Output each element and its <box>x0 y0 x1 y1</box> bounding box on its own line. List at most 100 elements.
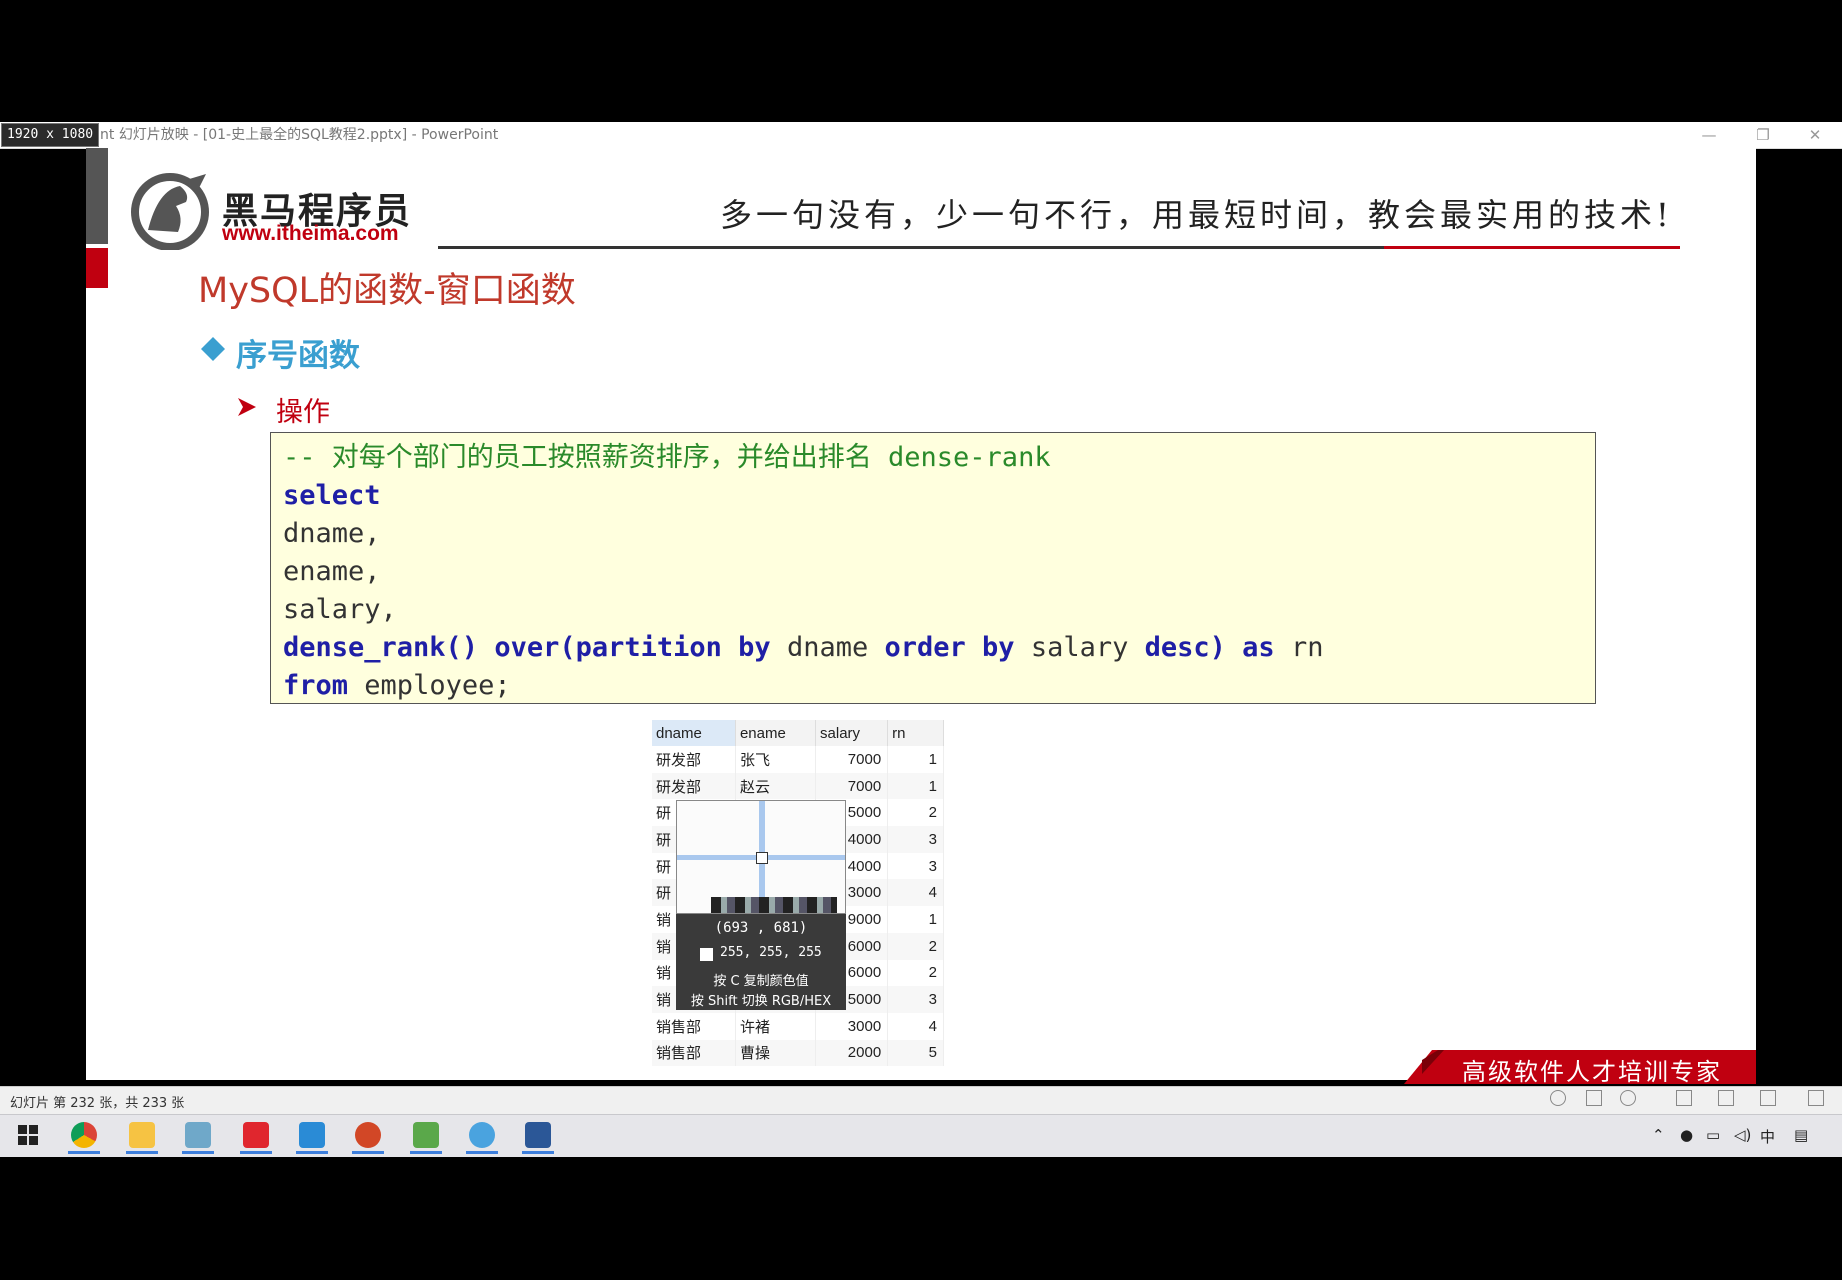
remote-desktop-icon <box>299 1122 325 1148</box>
picker-coordinates: (693 , 681) <box>714 920 808 936</box>
column-header[interactable]: dname <box>652 720 736 746</box>
code-token: rn <box>1290 632 1324 663</box>
normal-view-icon[interactable] <box>1676 1090 1692 1106</box>
code-comment: -- 对每个部门的员工按照薪资排序，并给出排名 dense-rank <box>283 442 1051 473</box>
volume-icon[interactable]: ◁) <box>1734 1126 1751 1144</box>
ime-indicator[interactable]: 中 <box>1760 1126 1775 1147</box>
table-row: 研发部 张飞 7000 1 <box>652 746 944 773</box>
accessibility-icon[interactable] <box>1620 1090 1636 1106</box>
code-line: dname, <box>283 518 381 549</box>
table-cell: 4 <box>887 1012 944 1040</box>
slide-accent-bar-red <box>86 248 108 288</box>
taskbar-app[interactable] <box>176 1114 220 1156</box>
bullet-level1: 序号函数 <box>236 338 360 374</box>
taskbar-file-explorer[interactable] <box>120 1114 164 1156</box>
dimension-badge: 1920 x 1080 <box>1 123 100 147</box>
table-cell: 销售部 <box>652 1039 736 1067</box>
table-cell: 3000 <box>815 1012 889 1040</box>
windows-start-button[interactable] <box>6 1114 50 1156</box>
close-button[interactable]: ✕ <box>1788 122 1842 148</box>
slogan: 多一句没有，少一句不行，用最短时间，教会最实用的技术! <box>720 196 1673 234</box>
color-picker-magnifier <box>676 800 846 914</box>
taskbar-powerpoint[interactable] <box>346 1114 390 1156</box>
window-title: nt 幻灯片放映 - [01-史上最全的SQL教程2.pptx] - Power… <box>100 127 499 143</box>
table-row: 销售部 许褚 3000 4 <box>652 1012 944 1040</box>
wps-icon <box>243 1122 269 1148</box>
brand-url: www.itheima.com <box>222 222 399 245</box>
slide-accent-bar <box>86 148 108 244</box>
browser-icon <box>469 1122 495 1148</box>
table-cell: 研发部 <box>652 746 736 773</box>
table-cell: 1 <box>887 772 944 800</box>
slide-sorter-icon[interactable] <box>1718 1090 1734 1106</box>
minimize-button[interactable]: — <box>1682 122 1736 148</box>
table-cell: 销售部 <box>652 1012 736 1040</box>
code-keyword: dense_rank() <box>283 632 479 663</box>
table-cell: 研发部 <box>652 772 736 800</box>
bullet-level2: 操作 <box>276 397 330 428</box>
crosshair-center <box>756 852 768 864</box>
arrow-bullet-icon <box>238 398 256 416</box>
table-cell: 曹操 <box>735 1039 817 1067</box>
image-editor-icon <box>413 1122 439 1148</box>
picker-hint-copy: 按 C 复制颜色值 <box>713 974 809 989</box>
taskbar-image-editor[interactable] <box>404 1114 448 1156</box>
code-token: dname <box>786 632 869 663</box>
restore-button[interactable]: ❐ <box>1736 122 1790 148</box>
notes-icon[interactable] <box>1550 1090 1566 1106</box>
battery-icon[interactable]: ▭ <box>1706 1126 1720 1144</box>
table-cell: 张飞 <box>735 746 817 773</box>
code-line-from: from employee; <box>283 667 1583 705</box>
diamond-bullet-icon <box>201 337 225 361</box>
code-token: salary <box>1030 632 1129 663</box>
table-row: 研发部 赵云 7000 1 <box>652 772 944 800</box>
magnified-pixels <box>711 897 837 913</box>
slideshow-icon[interactable] <box>1808 1090 1824 1106</box>
taskbar-wps[interactable] <box>234 1114 278 1156</box>
slide-title: MySQL的函数-窗口函数 <box>198 271 576 311</box>
table-cell: 2000 <box>815 1039 889 1067</box>
table-cell: 许褚 <box>735 1012 817 1040</box>
status-bar <box>0 1086 1842 1115</box>
code-token: employee; <box>364 670 511 701</box>
code-line: ename, <box>283 556 381 587</box>
table-cell: 5 <box>887 1039 944 1067</box>
code-keyword: as <box>1242 632 1275 663</box>
chrome-icon <box>71 1122 97 1148</box>
table-cell: 1 <box>887 746 944 773</box>
microphone-icon[interactable]: ● <box>1680 1126 1693 1144</box>
table-cell: 2 <box>887 799 944 827</box>
table-cell: 2 <box>887 959 944 987</box>
file-explorer-icon <box>129 1122 155 1148</box>
app-icon <box>185 1122 211 1148</box>
action-center-icon[interactable]: ▤ <box>1794 1126 1808 1144</box>
code-keyword: order by <box>884 632 1015 663</box>
table-cell: 3 <box>887 852 944 880</box>
code-line: salary, <box>283 594 397 625</box>
tray-chevron-up-icon[interactable]: ⌃ <box>1652 1126 1665 1144</box>
horse-logo-icon <box>131 173 209 250</box>
slide-counter: 幻灯片 第 232 张，共 233 张 <box>10 1096 185 1111</box>
picker-hint-switch: 按 Shift 切换 RGB/HEX <box>690 994 832 1009</box>
column-header[interactable]: ename <box>735 720 817 746</box>
taskbar-browser[interactable] <box>460 1114 504 1156</box>
column-header[interactable]: salary <box>815 720 889 746</box>
table-cell: 1 <box>887 906 944 933</box>
table-cell: 3 <box>887 986 944 1013</box>
table-cell: 4 <box>887 879 944 907</box>
table-header-row: dname ename salary rn <box>652 720 944 746</box>
column-header[interactable]: rn <box>887 720 944 746</box>
table-cell: 赵云 <box>735 772 817 800</box>
banner-text: 高级软件人才培训专家 <box>1462 1058 1722 1086</box>
windows-start-icon <box>18 1125 38 1145</box>
word-icon <box>525 1122 551 1148</box>
taskbar-chrome[interactable] <box>62 1114 106 1156</box>
reading-view-icon[interactable] <box>1760 1090 1776 1106</box>
powerpoint-icon <box>355 1122 381 1148</box>
taskbar-word[interactable] <box>516 1114 560 1156</box>
taskbar-remote-desktop[interactable] <box>290 1114 334 1156</box>
code-line-window-function: dense_rank() over(partition by dname ord… <box>283 629 1583 667</box>
table-cell: 7000 <box>815 772 889 800</box>
pause-icon[interactable] <box>1586 1090 1602 1106</box>
table-row: 销售部 曹操 2000 5 <box>652 1039 944 1067</box>
